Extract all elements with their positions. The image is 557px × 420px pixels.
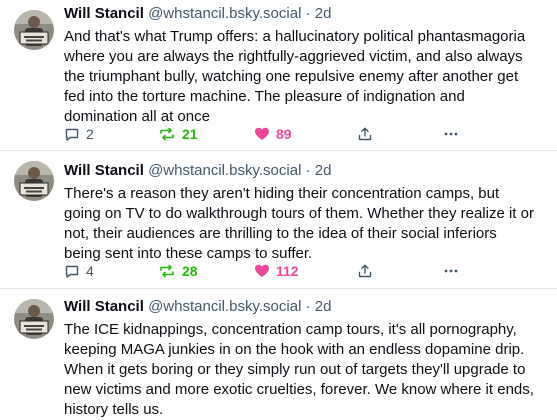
post-header: Will Stancil @whstancil.bsky.social · 2d	[64, 297, 549, 317]
avatar-image	[14, 161, 54, 201]
post[interactable]: Will Stancil @whstancil.bsky.social · 2d…	[0, 150, 557, 288]
post-header: Will Stancil @whstancil.bsky.social · 2d	[64, 161, 549, 181]
post-feed: Will Stancil @whstancil.bsky.social · 2d…	[0, 0, 557, 418]
share-upload-icon	[358, 264, 372, 278]
like-button[interactable]: 89	[254, 124, 292, 144]
author-handle[interactable]: @whstancil.bsky.social	[148, 162, 301, 179]
speech-bubble-icon	[65, 265, 79, 278]
separator: ·	[305, 298, 311, 315]
reply-button[interactable]: 4	[64, 261, 94, 281]
post-header: Will Stancil @whstancil.bsky.social · 2d	[64, 4, 549, 24]
post-text: The ICE kidnappings, concentration camp …	[64, 321, 534, 418]
share-button[interactable]	[357, 261, 373, 281]
repost-button[interactable]: 21	[158, 124, 198, 144]
post[interactable]: Will Stancil @whstancil.bsky.social · 2d…	[0, 0, 557, 150]
author-name[interactable]: Will Stancil	[64, 162, 144, 179]
author-handle[interactable]: @whstancil.bsky.social	[148, 298, 301, 315]
post-content: Will Stancil @whstancil.bsky.social · 2d…	[64, 4, 549, 127]
avatar[interactable]	[14, 161, 54, 201]
avatar-image	[14, 299, 54, 339]
reply-button[interactable]: 2	[64, 124, 94, 144]
author-handle[interactable]: @whstancil.bsky.social	[148, 5, 301, 22]
repost-arrows-icon	[160, 127, 174, 141]
repost-arrows-icon	[160, 264, 174, 278]
separator: ·	[305, 162, 311, 179]
more-dots-icon	[444, 132, 458, 136]
post-content: Will Stancil @whstancil.bsky.social · 2d…	[64, 161, 549, 264]
avatar[interactable]	[14, 299, 54, 339]
avatar-image	[14, 10, 54, 50]
repost-button[interactable]: 28	[158, 261, 198, 281]
post-text: There's a reason they aren't hiding thei…	[64, 185, 534, 262]
speech-bubble-icon	[65, 128, 79, 141]
post-text: And that's what Trump offers: a hallucin…	[64, 28, 526, 125]
author-name[interactable]: Will Stancil	[64, 298, 144, 315]
post-age[interactable]: 2d	[315, 5, 332, 22]
heart-filled-icon	[255, 127, 269, 140]
share-button[interactable]	[357, 124, 373, 144]
like-count: 89	[276, 126, 292, 142]
post-age[interactable]: 2d	[315, 298, 332, 315]
repost-count: 28	[182, 263, 198, 279]
more-options-button[interactable]	[443, 124, 459, 144]
avatar[interactable]	[14, 10, 54, 50]
like-button[interactable]: 112	[254, 261, 299, 281]
reply-count: 2	[86, 126, 94, 142]
share-upload-icon	[358, 127, 372, 141]
reply-count: 4	[86, 263, 94, 279]
more-dots-icon	[444, 269, 458, 273]
repost-count: 21	[182, 126, 198, 142]
author-name[interactable]: Will Stancil	[64, 5, 144, 22]
post[interactable]: Will Stancil @whstancil.bsky.social · 2d…	[0, 288, 557, 418]
post-content: Will Stancil @whstancil.bsky.social · 2d…	[64, 297, 549, 420]
heart-filled-icon	[255, 264, 269, 277]
separator: ·	[305, 5, 311, 22]
post-age[interactable]: 2d	[315, 162, 332, 179]
like-count: 112	[276, 263, 299, 279]
more-options-button[interactable]	[443, 261, 459, 281]
